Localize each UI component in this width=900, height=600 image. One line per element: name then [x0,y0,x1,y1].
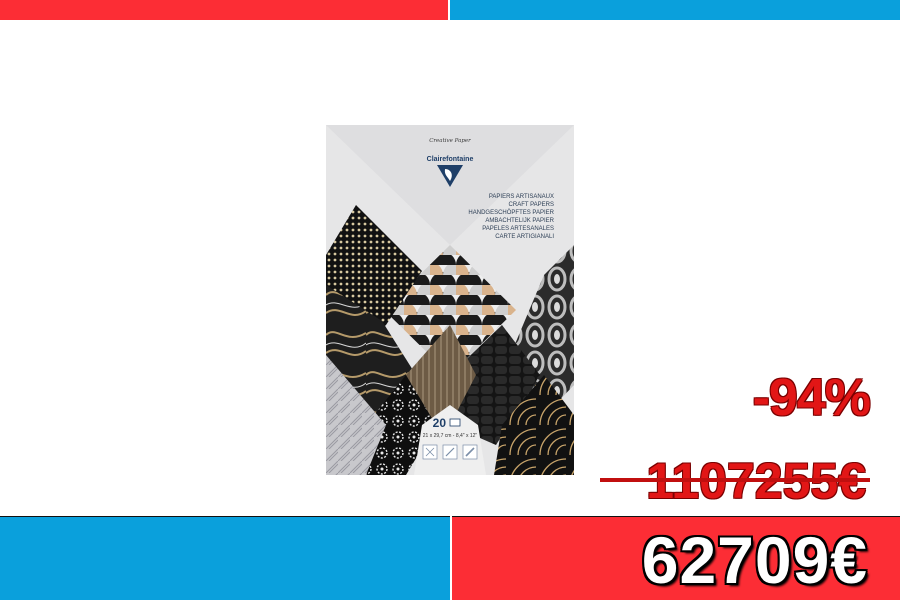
description-line: HANDGESCHÖPFTES PAPIER [468,209,554,216]
sheet-size: 21 x 29,7 cm - 8,4" x 12" [423,433,478,439]
description-line: CRAFT PAPERS [509,202,554,208]
brand-name: Clairefontaine [427,156,474,163]
old-price-strikethrough [600,478,870,482]
discount-badge: -94% [752,369,871,427]
sheet-count: 20 [433,416,447,430]
new-price: 62709€ [641,523,868,597]
description-line: CARTE ARTIGIANALI [495,234,554,240]
description-line: AMBACHTELIJK PAPIER [485,218,554,224]
product-line-name: Creative Paper [429,138,471,144]
sheets-icon [449,418,461,427]
product-image[interactable]: Creative Paper Clairefontaine PAPIERS AR… [326,125,574,475]
description-line: PAPIERS ARTISANAUX [489,194,554,200]
top-blue-bar [450,0,900,20]
bottom-blue-bar [0,516,450,600]
top-red-bar [0,0,448,20]
description-line: PAPELES ARTESANALES [482,226,554,232]
